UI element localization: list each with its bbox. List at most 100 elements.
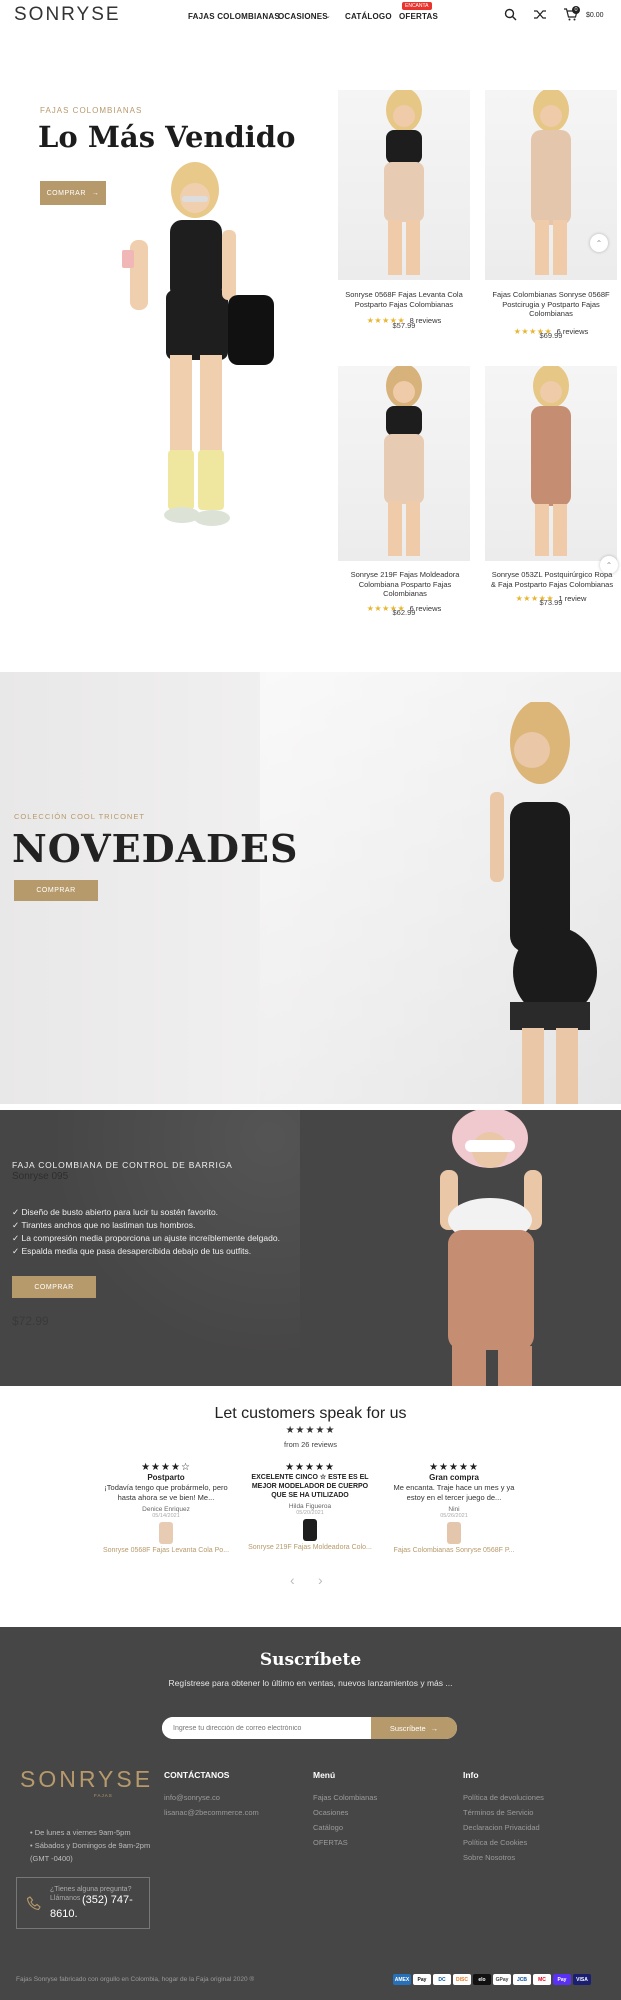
contact-email[interactable]: lisanac@2becommerce.com [164, 1805, 259, 1820]
check-icon: ✓ [12, 1220, 22, 1230]
feature-bullet: Tirantes anchos que no lastiman tus homb… [21, 1220, 196, 1230]
star-rating-icon: ★★★★☆ [141, 1462, 191, 1473]
product-image[interactable] [338, 90, 470, 280]
reviews-summary: from 26 reviews [284, 1440, 337, 1449]
contact-list: info@sonryse.co lisanac@2becommerce.com [164, 1790, 259, 1820]
hot-badge: ENCANTA [402, 2, 432, 10]
arrow-right-icon: → [91, 189, 100, 197]
review-product-link[interactable]: Fajas Colombianas Sonryse 0568F P... [388, 1547, 520, 1554]
feature-shop-button[interactable]: COMPRAR [12, 1276, 96, 1298]
chevron-right-icon[interactable]: › [318, 1572, 323, 1588]
phone-box[interactable]: ¿Tienes alguna pregunta? Llámanos (352) … [16, 1877, 150, 1929]
novedades-shop-button[interactable]: COMPRAR [14, 880, 98, 901]
contact-heading: CONTÁCTANOS [164, 1770, 230, 1780]
review-product-thumbnail [447, 1522, 461, 1544]
phone-icon [27, 1896, 41, 1910]
review-card: ★★★★★ Gran compra Me encanta. Traje hace… [388, 1462, 520, 1554]
hours-text: Sábados y Domingos de 9am-2pm (GMT -0400… [30, 1841, 151, 1863]
subscribe-title: Suscríbete [259, 1650, 362, 1670]
phone-number[interactable]: (352) 747-8610. [50, 1893, 146, 1921]
product-image[interactable] [338, 366, 470, 561]
hero-kicker: FAJAS COLOMBIANAS [40, 106, 143, 115]
hero-model-image [100, 160, 290, 560]
footer-info-item[interactable]: Sobre Nosotros [463, 1850, 544, 1865]
review-date: 05/14/2021 [152, 1513, 180, 1519]
review-date: 05/26/2021 [440, 1513, 468, 1519]
hero-shop-button[interactable]: COMPRAR → [40, 181, 106, 205]
product-price: $73.99 [539, 598, 563, 607]
footer-logo-sub: FAJAS [94, 1793, 113, 1798]
list-item: ✓ Tirantes anchos que no lastiman tus ho… [12, 1219, 280, 1232]
footer-menu-item[interactable]: Catálogo [313, 1820, 377, 1835]
cart-total: $0.00 [586, 12, 604, 19]
product-price: $62.99 [392, 608, 416, 617]
novedades-title: NOVEDADES [12, 826, 299, 871]
novedades-model-image [490, 702, 597, 1104]
feature-bullet: La compresión media proporciona un ajust… [21, 1233, 280, 1243]
product-title[interactable]: Sonryse 219F Fajas Moldeadora Colombiana… [350, 570, 460, 599]
review-product-link[interactable]: Sonryse 219F Fajas Moldeadora Colo... [244, 1544, 376, 1551]
feature-bullet-list: ✓ Diseño de busto abierto para lucir tu … [12, 1206, 280, 1258]
nav-catalogo[interactable]: CATÁLOGO [345, 12, 392, 21]
feature-bullet: Diseño de busto abierto para lucir tu so… [21, 1207, 219, 1217]
footer-hours: • De lunes a viernes 9am-5pm • Sábados y… [30, 1826, 160, 1865]
feature-price: $72.99 [12, 1314, 49, 1328]
feature-kicker: FAJA COLOMBIANA DE CONTROL DE BARRIGA [12, 1160, 233, 1170]
review-body: Me encanta. Traje hace un mes y ya estoy… [393, 1483, 515, 1502]
product-image[interactable] [485, 366, 617, 561]
footer-info-item[interactable]: Política de devoluciones [463, 1790, 544, 1805]
visa-icon: VISA [573, 1974, 591, 1985]
search-icon[interactable] [504, 8, 517, 21]
info-list: Política de devoluciones Términos de Ser… [463, 1790, 544, 1865]
copyright: Fajas Sonryse fabricado con orgullo en C… [16, 1976, 255, 1983]
contact-email[interactable]: info@sonryse.co [164, 1790, 259, 1805]
footer-info-item[interactable]: Declaracion Privacidad [463, 1820, 544, 1835]
review-author: Denice Enriquez [142, 1506, 190, 1513]
reviews-summary-stars: ★★★★★ [285, 1425, 336, 1436]
footer-info-item[interactable]: Términos de Servicio [463, 1805, 544, 1820]
hero-title: Lo Más Vendido [38, 120, 296, 154]
menu-heading: Menú [313, 1770, 336, 1780]
footer-menu-item[interactable]: OFERTAS [313, 1835, 377, 1850]
list-item: • Sábados y Domingos de 9am-2pm (GMT -04… [30, 1841, 151, 1863]
logo[interactable]: SONRYSE [14, 4, 121, 26]
novedades-kicker: COLECCIÓN COOL TRICONET [14, 812, 145, 821]
chevron-left-icon[interactable]: ‹ [290, 1572, 295, 1588]
footer-menu-item[interactable]: Ocasiones [313, 1805, 377, 1820]
subscribe-button[interactable]: Suscríbete → [371, 1717, 457, 1739]
feature-model-image [440, 1110, 542, 1386]
info-heading: Info [463, 1770, 479, 1780]
review-title: EXCELENTE CINCO ☆ ESTE ES EL MEJOR MODEL… [251, 1474, 369, 1499]
email-field[interactable] [162, 1717, 371, 1739]
apple-pay-icon: Pay [413, 1974, 431, 1985]
chevron-down-icon: ⌄ [325, 13, 331, 20]
subscribe-text: Regístrese para obtener lo último en ven… [168, 1678, 453, 1688]
review-card: ★★★★★ EXCELENTE CINCO ☆ ESTE ES EL MEJOR… [244, 1462, 376, 1551]
diners-icon: DC [433, 1974, 451, 1985]
shuffle-icon[interactable] [534, 9, 546, 20]
shop-pay-icon: Pay [553, 1974, 571, 1985]
footer-menu-item[interactable]: Fajas Colombianas [313, 1790, 377, 1805]
footer-logo[interactable]: SONRYSE [20, 1766, 153, 1793]
subscribe-button-label: Suscríbete [389, 1723, 426, 1733]
mastercard-icon: MC [533, 1974, 551, 1985]
nav-fajas-colombianas[interactable]: FAJAS COLOMBIANAS [188, 12, 280, 21]
arrow-right-icon: → [430, 1723, 439, 1733]
review-product-thumbnail [159, 1522, 173, 1544]
amex-icon: AMEX [393, 1974, 411, 1985]
nav-ocasiones[interactable]: OCASIONES [278, 12, 328, 21]
product-title[interactable]: Fajas Colombianas Sonryse 0568F Postciru… [485, 290, 617, 319]
product-title[interactable]: Sonryse 0568F Fajas Levanta Cola Postpar… [338, 290, 470, 309]
discover-icon: DISC [453, 1974, 471, 1985]
nav-ofertas[interactable]: OFERTAS [399, 12, 438, 21]
chevron-up-icon[interactable]: ⌃ [590, 234, 608, 252]
elo-icon: elo [473, 1974, 491, 1985]
google-pay-icon: GPay [493, 1974, 511, 1985]
product-title[interactable]: Sonryse 053ZL Postquirúrgico Ropa & Faja… [490, 570, 614, 589]
footer-info-item[interactable]: Política de Cookies [463, 1835, 544, 1850]
site-header: SONRYSE FAJAS COLOMBIANAS OCASIONES ⌄ CA… [0, 0, 621, 32]
review-card: ★★★★☆ Postparto ¡Todavía tengo que probá… [100, 1462, 232, 1554]
review-body: ¡Todavía tengo que probármelo, pero hast… [104, 1483, 228, 1502]
cart-count-badge: 0 [572, 6, 580, 14]
review-product-link[interactable]: Sonryse 0568F Fajas Levanta Cola Po... [100, 1547, 232, 1554]
